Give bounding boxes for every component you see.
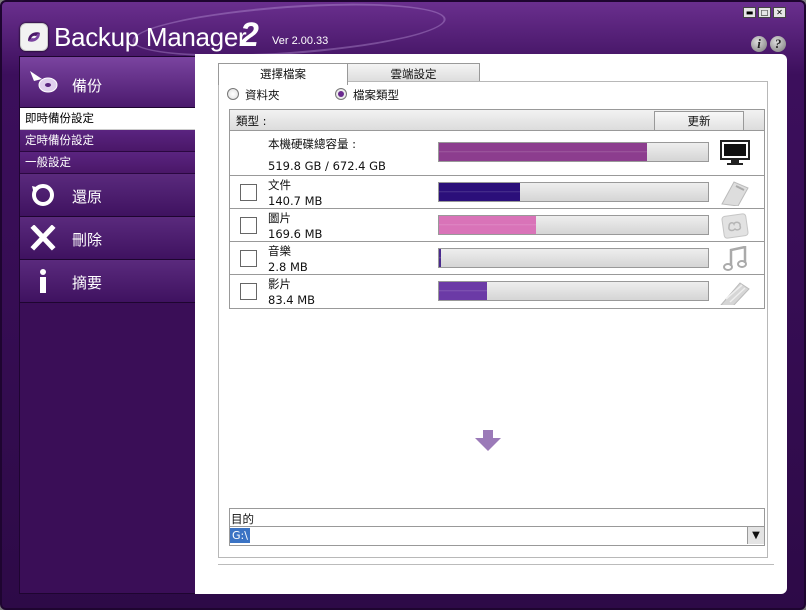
radio-folder-label: 資料夾: [245, 88, 280, 102]
close-icon[interactable]: ✕: [773, 7, 786, 18]
nav-summary-label: 摘要: [72, 274, 103, 292]
document-icon: [721, 181, 749, 206]
file-type-name: 音樂: [268, 244, 291, 258]
monitor-icon: [720, 140, 750, 165]
file-type-row[interactable]: 音樂 2.8 MB: [230, 242, 764, 275]
file-type-row[interactable]: 影片 83.4 MB: [230, 275, 764, 307]
destination-value[interactable]: G:\: [230, 528, 250, 543]
backup-disc-icon: [30, 71, 58, 93]
radio-folder[interactable]: [227, 88, 239, 100]
arrow-down-icon: [475, 430, 501, 451]
file-type-row[interactable]: 圖片 169.6 MB: [230, 209, 764, 242]
usage-bar: [438, 215, 709, 235]
bottom-divider: [218, 564, 774, 565]
sub-general-settings[interactable]: 一般設定: [20, 152, 196, 174]
file-type-name: 文件: [268, 178, 291, 192]
row-checkbox[interactable]: [240, 283, 257, 300]
app-title: Backup Manager: [54, 22, 247, 52]
file-type-size: 2.8 MB: [268, 260, 308, 274]
picture-icon: [721, 213, 749, 239]
nav-delete[interactable]: 刪除: [20, 217, 196, 260]
usage-bar-fill: [439, 183, 520, 201]
app-logo-icon: [20, 23, 48, 51]
maximize-icon[interactable]: □: [758, 7, 771, 18]
sidebar: 備份 即時備份設定 定時備份設定 一般設定 還原 刪除 摘要: [19, 56, 197, 594]
column-type: 類型 :: [236, 114, 267, 128]
radio-file-type[interactable]: [335, 88, 347, 100]
nav-backup[interactable]: 備份: [20, 57, 196, 108]
nav-restore[interactable]: 還原: [20, 174, 196, 217]
app-window: Backup Manager 2 Ver 2.00.33 ▬ □ ✕ i ? 備…: [0, 0, 806, 610]
film-icon: [720, 282, 750, 305]
info-icon[interactable]: i: [751, 36, 767, 52]
nav-delete-label: 刪除: [72, 231, 103, 249]
tab-select-files[interactable]: 選擇檔案: [218, 63, 348, 85]
file-type-size: 140.7 MB: [268, 194, 323, 208]
tab-content: 資料夾 檔案類型 類型 : 更新 本機硬碟總容量 : 519.8 GB / 67…: [218, 81, 768, 558]
sub-scheduled-backup[interactable]: 定時備份設定: [20, 130, 196, 152]
nav-summary[interactable]: 摘要: [20, 260, 196, 303]
file-type-name: 圖片: [268, 211, 291, 225]
nav-restore-label: 還原: [72, 188, 103, 206]
file-type-row[interactable]: 文件 140.7 MB: [230, 176, 764, 209]
file-type-size: 83.4 MB: [268, 293, 316, 307]
destination-select[interactable]: G:\ ▼: [230, 526, 764, 545]
file-type-size: 169.6 MB: [268, 227, 323, 241]
info-i-icon: [40, 269, 46, 293]
row-checkbox[interactable]: [240, 250, 257, 267]
version-label: Ver 2.00.33: [272, 35, 329, 47]
delete-x-icon: [30, 225, 56, 251]
usage-bar: [438, 182, 709, 202]
disk-capacity-usage: 519.8 GB / 672.4 GB: [268, 159, 386, 173]
usage-bar-fill: [439, 249, 441, 267]
music-note-icon: [723, 246, 747, 271]
minimize-icon[interactable]: ▬: [743, 7, 756, 18]
usage-bar: [438, 248, 709, 268]
destination-box: 目的 G:\ ▼: [229, 508, 765, 546]
destination-label: 目的: [231, 512, 254, 526]
nav-backup-label: 備份: [72, 77, 103, 95]
file-type-list: 類型 : 更新 本機硬碟總容量 : 519.8 GB / 672.4 GB 文件…: [229, 109, 765, 309]
dropdown-arrow-icon[interactable]: ▼: [747, 527, 764, 544]
list-header: 類型 : 更新: [230, 110, 764, 131]
disk-capacity-title: 本機硬碟總容量 :: [268, 137, 357, 151]
restore-icon: [32, 184, 54, 206]
disk-capacity-row: 本機硬碟總容量 : 519.8 GB / 672.4 GB: [230, 131, 764, 176]
refresh-button[interactable]: 更新: [654, 111, 744, 131]
row-checkbox[interactable]: [240, 184, 257, 201]
disk-capacity-fill: [439, 143, 647, 161]
help-icon[interactable]: ?: [770, 36, 786, 52]
main-panel: 選擇檔案 雲端設定 資料夾 檔案類型 類型 : 更新 本機硬碟總容量 : 519…: [195, 54, 787, 594]
row-checkbox[interactable]: [240, 217, 257, 234]
file-type-name: 影片: [268, 277, 291, 291]
app-title-number: 2: [240, 16, 259, 54]
usage-bar-fill: [439, 216, 536, 234]
sub-realtime-backup[interactable]: 即時備份設定: [20, 108, 197, 130]
disk-capacity-bar: [438, 142, 709, 162]
radio-file-type-label: 檔案類型: [353, 88, 399, 102]
title-bar[interactable]: Backup Manager 2 Ver 2.00.33 ▬ □ ✕ i ?: [2, 0, 804, 65]
usage-bar-fill: [439, 282, 488, 300]
usage-bar: [438, 281, 709, 301]
